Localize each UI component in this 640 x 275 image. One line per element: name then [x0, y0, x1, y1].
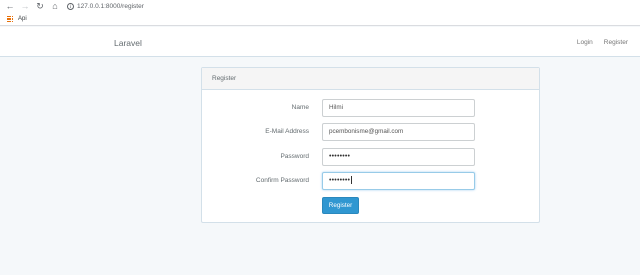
forward-arrow-icon[interactable]: →: [19, 1, 31, 13]
email-row: E-Mail Address pcembonisme@gmail.com: [202, 123, 541, 141]
password-mask: ••••••••: [329, 153, 351, 160]
brand-link[interactable]: Laravel: [114, 38, 142, 48]
bookmark-api[interactable]: Api: [18, 16, 27, 22]
confirm-password-mask: ••••••••: [329, 177, 351, 184]
url-text[interactable]: 127.0.0.1:8000/register: [77, 3, 144, 10]
password-row: Password ••••••••: [202, 148, 541, 166]
name-label: Name: [291, 104, 309, 111]
apps-grid-icon[interactable]: [7, 15, 14, 23]
confirm-password-row: Confirm Password ••••••••: [202, 172, 541, 190]
bookmarks-bar: Api: [0, 13, 640, 26]
nav-links: Login Register: [577, 39, 628, 46]
password-input[interactable]: ••••••••: [322, 148, 475, 166]
email-label: E-Mail Address: [265, 128, 309, 135]
register-card: Register Name Hilmi E-Mail Address pcemb…: [201, 67, 540, 223]
back-arrow-icon[interactable]: ←: [4, 1, 16, 13]
home-icon[interactable]: ⌂: [49, 1, 61, 13]
register-link[interactable]: Register: [604, 39, 628, 46]
browser-toolbar: ← → ↻ ⌂ i 127.0.0.1:8000/register: [0, 0, 640, 13]
reload-icon[interactable]: ↻: [34, 1, 46, 13]
browser-nav-group: ← → ↻ ⌂: [4, 1, 61, 13]
login-link[interactable]: Login: [577, 39, 593, 46]
password-label: Password: [280, 153, 309, 160]
confirm-password-input[interactable]: ••••••••: [322, 172, 475, 190]
name-input[interactable]: Hilmi: [322, 99, 475, 117]
address-bar[interactable]: i 127.0.0.1:8000/register: [67, 3, 144, 10]
text-caret: [350, 176, 352, 185]
app-navbar: Laravel Login Register: [0, 27, 640, 57]
card-title: Register: [202, 68, 539, 90]
register-button[interactable]: Register: [322, 197, 359, 214]
confirm-password-label: Confirm Password: [255, 177, 309, 184]
name-row: Name Hilmi: [202, 99, 541, 117]
info-icon[interactable]: i: [67, 3, 74, 10]
email-input[interactable]: pcembonisme@gmail.com: [322, 123, 475, 141]
